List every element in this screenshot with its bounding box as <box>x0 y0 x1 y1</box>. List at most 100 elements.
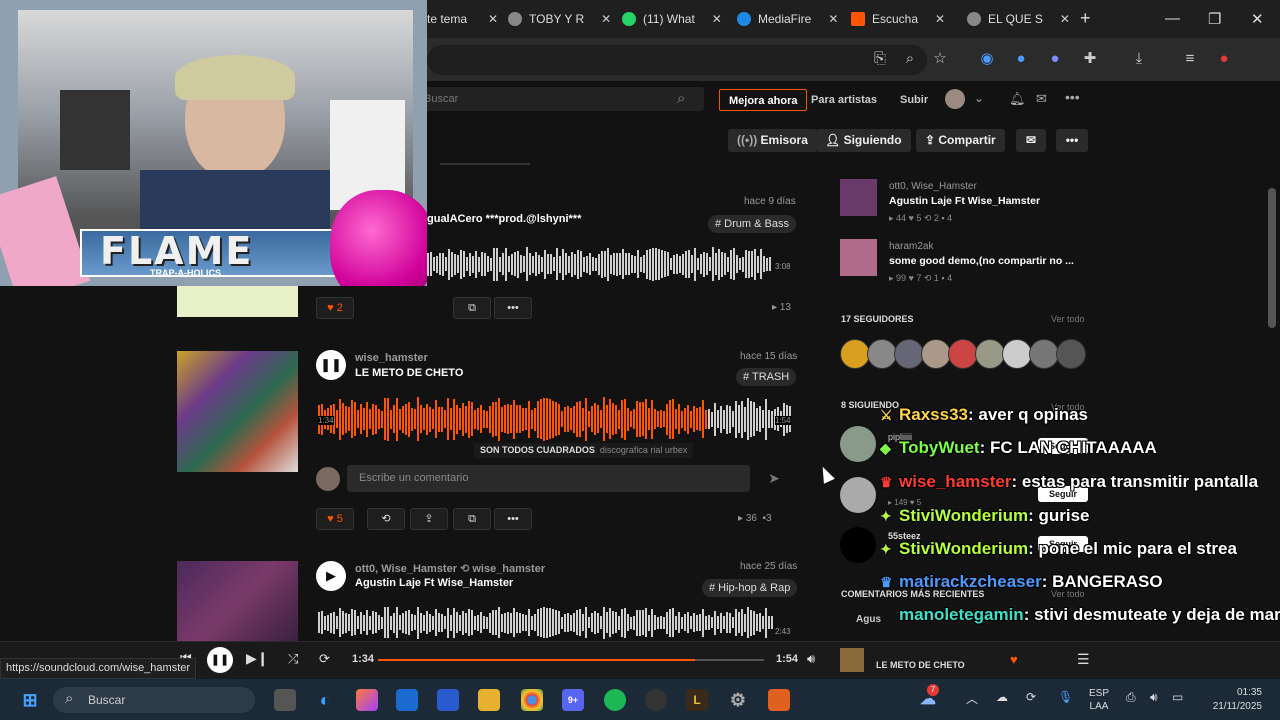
chevron-down-icon[interactable]: ⌄ <box>974 91 984 105</box>
follower-avatar[interactable] <box>975 339 1005 369</box>
track-2-user[interactable]: wise_hamster <box>355 352 428 364</box>
minimize-button[interactable]: — <box>1165 10 1180 27</box>
player-pause-button[interactable]: ❚❚ <box>207 647 233 673</box>
track-3-title[interactable]: Agustin Laje Ft Wise_Hamster <box>355 577 513 589</box>
message-button[interactable]: ✉ <box>1016 129 1046 152</box>
tab-4[interactable]: Escucha ✕ <box>851 6 945 32</box>
chevron-up-icon[interactable]: ︿ <box>966 690 978 707</box>
liked-track-1[interactable]: ott0, Wise_Hamster Agustin Laje Ft Wise_… <box>840 179 1090 229</box>
app-icon[interactable] <box>768 689 790 711</box>
send-icon[interactable]: ➤ <box>756 465 792 492</box>
station-button[interactable]: ((•)) Emisora <box>728 129 817 152</box>
outlook-icon[interactable] <box>396 689 418 711</box>
following-button[interactable]: 👤︎ Siguiendo <box>816 129 911 152</box>
follower-avatar[interactable] <box>894 339 924 369</box>
more-button[interactable]: ••• <box>1056 129 1088 152</box>
track-1-title[interactable]: gualACero ***prod.@lshyni*** <box>427 213 581 225</box>
tab-0[interactable]: te tema ✕ <box>427 6 498 32</box>
volume-icon[interactable]: 🔊︎ <box>1150 690 1158 705</box>
follower-avatar[interactable] <box>921 339 951 369</box>
app-icon[interactable] <box>645 689 667 711</box>
search-input[interactable]: Buscar <box>410 87 704 111</box>
folder-icon[interactable] <box>478 689 500 711</box>
track-2-tag[interactable]: # TRASH <box>736 368 797 386</box>
close-icon[interactable]: ✕ <box>601 12 611 26</box>
track-1-like-button[interactable]: ♥ 2 <box>316 297 354 319</box>
tab-1[interactable]: TOBY Y R ✕ <box>508 6 611 32</box>
download-icon[interactable]: ⤓ <box>1130 50 1148 68</box>
now-playing-artwork[interactable] <box>840 648 864 672</box>
chrome-icon[interactable] <box>521 689 543 711</box>
clock[interactable]: 01:35 21/11/2025 <box>1196 686 1262 714</box>
for-artists-link[interactable]: Para artistas <box>811 89 877 111</box>
avatar[interactable] <box>840 527 876 563</box>
tab-5[interactable]: EL QUE S ✕ <box>967 6 1070 32</box>
track-2-share-button[interactable]: ⇪ <box>410 508 448 530</box>
follower-avatar[interactable] <box>1056 339 1086 369</box>
queue-icon[interactable]: ☰ <box>1077 651 1090 668</box>
close-icon[interactable]: ✕ <box>935 12 945 26</box>
settings-icon[interactable]: ⚙ <box>727 689 749 711</box>
track-2-artwork[interactable] <box>177 351 298 472</box>
app-icon[interactable]: L <box>686 689 708 711</box>
track-2-like-button[interactable]: ♥ 5 <box>316 508 354 530</box>
track-2-copy-button[interactable]: ⧉ <box>453 508 491 530</box>
track-1-more-button[interactable]: ••• <box>494 297 532 319</box>
next-icon[interactable]: ▶❙ <box>246 650 269 667</box>
follower-avatar[interactable] <box>1002 339 1032 369</box>
close-icon[interactable]: ✕ <box>1060 12 1070 26</box>
track-1-artwork[interactable] <box>177 284 298 317</box>
comment-user[interactable]: Agus <box>856 614 881 625</box>
upload-link[interactable]: Subir <box>900 89 928 111</box>
track-2-waveform[interactable] <box>318 395 792 443</box>
follower-avatar[interactable] <box>840 339 870 369</box>
cast-icon[interactable]: ⎘ <box>871 50 889 68</box>
comment-input[interactable]: Escribe un comentario <box>347 465 750 492</box>
track-3-artwork[interactable] <box>177 561 298 641</box>
track-1-tag[interactable]: # Drum & Bass <box>708 215 796 233</box>
liked-track-2[interactable]: haram2ak some good demo,(no compartir no… <box>840 239 1090 289</box>
play-button[interactable]: ▶ <box>316 561 346 591</box>
repeat-icon[interactable]: ⟳ <box>319 651 330 667</box>
media-icon[interactable]: ≡ <box>1181 50 1199 68</box>
volume-icon[interactable]: 🔊︎ <box>807 651 815 667</box>
waveform-comment[interactable]: SON TODOS CUADRADOS discografica rial ur… <box>474 443 694 458</box>
maximize-button[interactable]: ❐ <box>1208 10 1221 28</box>
track-1-waveform[interactable] <box>427 244 773 284</box>
edge-icon[interactable]: ◐ <box>314 689 336 711</box>
follower-avatar[interactable] <box>867 339 897 369</box>
extension-icon[interactable]: ● <box>1012 50 1030 68</box>
tab-2[interactable]: (11) What ✕ <box>622 6 722 32</box>
copilot-icon[interactable] <box>356 689 378 711</box>
close-window-button[interactable]: ✕ <box>1251 10 1264 28</box>
followers-see-all[interactable]: Ver todo <box>1051 314 1085 324</box>
battery-icon[interactable]: ▭ <box>1172 690 1183 704</box>
track-3-user[interactable]: ott0, Wise_Hamster ⟲ wise_hamster <box>355 562 545 575</box>
star-icon[interactable]: ☆ <box>931 50 949 68</box>
more-icon[interactable]: ••• <box>1065 89 1080 105</box>
task-view-icon[interactable] <box>274 689 296 711</box>
mic-icon[interactable]: 🎙︎ <box>1058 690 1073 704</box>
store-icon[interactable] <box>437 689 459 711</box>
windows-start-icon[interactable]: ⊞ <box>19 689 41 711</box>
shuffle-icon[interactable]: ⤮ <box>288 651 298 667</box>
avatar[interactable] <box>945 89 965 109</box>
extension-icon[interactable]: ● <box>1046 50 1064 68</box>
track-2-more-button[interactable]: ••• <box>494 508 532 530</box>
puzzle-icon[interactable]: ✚ <box>1081 50 1099 68</box>
search-icon[interactable]: ⌕ <box>677 90 685 107</box>
discord-icon[interactable]: 9+ <box>562 689 584 711</box>
follower-avatar[interactable] <box>948 339 978 369</box>
spotify-icon[interactable] <box>604 689 626 711</box>
taskbar-search[interactable]: Buscar <box>53 687 255 713</box>
avatar[interactable] <box>840 426 876 462</box>
track-2-title[interactable]: LE METO DE CHETO <box>355 367 463 379</box>
share-button[interactable]: ⇪ Compartir <box>916 129 1005 152</box>
bell-icon[interactable]: 🔔︎ <box>1009 91 1026 107</box>
follower-avatar[interactable] <box>1029 339 1059 369</box>
cloud-icon[interactable]: ☁ <box>996 690 1008 704</box>
avatar[interactable] <box>840 477 876 513</box>
heart-icon[interactable]: ♥ <box>1010 652 1018 667</box>
new-tab-button[interactable]: + <box>1080 8 1091 29</box>
track-2-repost-button[interactable]: ⟲ <box>367 508 405 530</box>
